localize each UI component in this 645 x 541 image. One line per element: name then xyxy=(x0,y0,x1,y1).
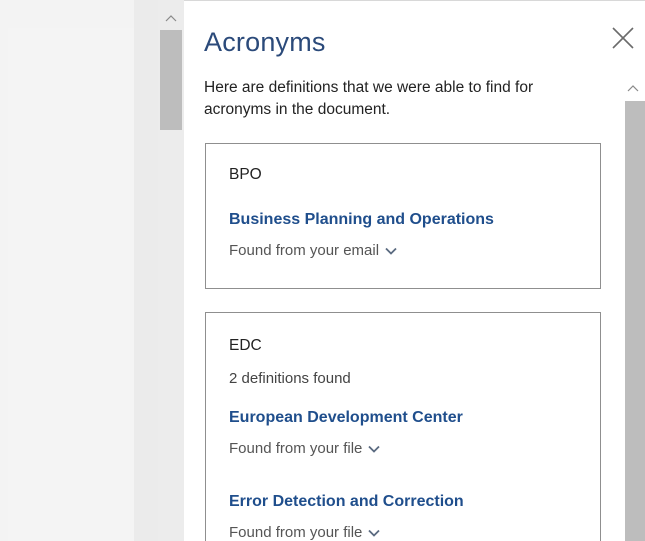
definition-source-toggle[interactable]: Found from your email xyxy=(229,242,397,259)
chevron-down-icon xyxy=(368,529,381,537)
pane-description: Here are definitions that we were able t… xyxy=(204,79,534,118)
pane-scroll-up-button[interactable] xyxy=(621,75,645,101)
definition-link[interactable]: European Development Center xyxy=(229,409,463,427)
close-button[interactable] xyxy=(612,27,638,53)
definition-source-toggle[interactable]: Found from your file xyxy=(229,440,381,457)
definition-source-toggle[interactable]: Found from your file xyxy=(229,524,381,541)
chevron-down-icon xyxy=(368,445,381,453)
chevron-down-icon xyxy=(385,247,397,255)
chevron-up-icon xyxy=(627,85,639,92)
definition-source-text: Found from your file xyxy=(229,524,363,541)
definition-count: 2 definitions found xyxy=(229,370,351,387)
pane-scroll-thumb[interactable] xyxy=(625,101,645,541)
document-page xyxy=(8,28,134,541)
acronym-label: BPO xyxy=(229,166,262,183)
acronym-card-edc: EDC 2 definitions found European Develop… xyxy=(205,312,601,541)
definition-source-text: Found from your file xyxy=(229,440,363,457)
pane-title: Acronyms xyxy=(204,27,326,57)
document-scroll-thumb[interactable] xyxy=(160,30,182,130)
definition-source-text: Found from your email xyxy=(229,242,380,259)
document-area xyxy=(0,0,184,541)
definition-link[interactable]: Business Planning and Operations xyxy=(229,211,494,229)
definition-link[interactable]: Error Detection and Correction xyxy=(229,493,464,511)
chevron-up-icon xyxy=(165,15,177,22)
pane-scrollbar[interactable] xyxy=(621,73,645,541)
acronym-label: EDC xyxy=(229,337,262,354)
acronym-card-bpo: BPO Business Planning and Operations Fou… xyxy=(205,143,601,289)
document-scrollbar[interactable] xyxy=(158,0,184,541)
app-window: Acronyms Here are definitions that we we… xyxy=(0,0,645,541)
document-scroll-up-button[interactable] xyxy=(158,8,184,28)
close-icon xyxy=(612,27,634,49)
document-margin xyxy=(134,0,158,541)
acronyms-pane: Acronyms Here are definitions that we we… xyxy=(184,0,645,541)
